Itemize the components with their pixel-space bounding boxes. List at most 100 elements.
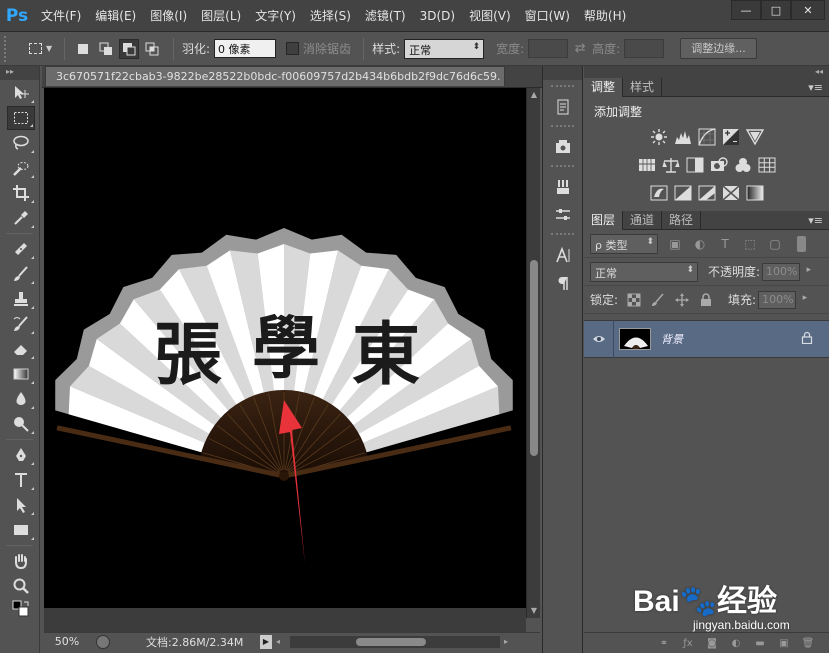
eraser-tool[interactable]: [7, 337, 35, 361]
panel-menu-icon[interactable]: ▾≡: [808, 81, 823, 94]
dock-grip[interactable]: [551, 233, 574, 237]
smart-object-filter-icon[interactable]: ▢: [767, 236, 783, 252]
blend-mode-select[interactable]: 正常: [590, 261, 698, 282]
fill-input[interactable]: 100%: [758, 290, 807, 309]
brightness-contrast-button[interactable]: [650, 128, 668, 146]
lock-position-icon[interactable]: [674, 292, 690, 308]
clone-stamp-tool[interactable]: [7, 287, 35, 311]
color-balance-button[interactable]: [662, 156, 680, 174]
menu-layer[interactable]: 图层(L): [194, 0, 248, 32]
image-filter-icon[interactable]: ▣: [667, 236, 683, 252]
selective-color-button[interactable]: [722, 184, 740, 202]
channel-mixer-button[interactable]: [734, 156, 752, 174]
menu-type[interactable]: 文字(Y): [248, 0, 303, 32]
vertical-scroll-thumb[interactable]: [530, 260, 538, 456]
refine-edge-button[interactable]: 调整边缘...: [680, 38, 757, 59]
adjustment-filter-icon[interactable]: ◐: [692, 236, 708, 252]
move-tool[interactable]: [7, 81, 35, 105]
tab-styles[interactable]: 样式: [623, 78, 663, 97]
menu-select[interactable]: 选择(S): [303, 0, 358, 32]
panel-menu-icon[interactable]: ▾≡: [808, 214, 823, 227]
scroll-left-arrow[interactable]: ◂: [272, 637, 284, 646]
layer-row-background[interactable]: 背景: [584, 320, 829, 358]
horizontal-scroll-thumb[interactable]: [356, 637, 426, 646]
dock-grip[interactable]: [551, 125, 574, 129]
type-filter-icon[interactable]: T: [717, 236, 733, 252]
scroll-up-arrow[interactable]: ▲: [527, 88, 541, 102]
brush-panel-button[interactable]: [549, 202, 577, 228]
menu-view[interactable]: 视图(V): [462, 0, 518, 32]
gradient-map-button[interactable]: [746, 184, 764, 202]
menu-image[interactable]: 图像(I): [143, 0, 194, 32]
curves-button[interactable]: [697, 128, 716, 146]
maximize-button[interactable]: □: [761, 0, 791, 20]
menu-3d[interactable]: 3D(D): [413, 0, 462, 32]
tab-adjustments[interactable]: 调整: [584, 78, 624, 97]
tools-panel-header[interactable]: ▸▸: [0, 66, 39, 80]
pen-tool[interactable]: [7, 443, 35, 467]
scroll-right-arrow[interactable]: ▸: [500, 637, 512, 646]
document-tab[interactable]: 3c670571f22cbab3-9822be28522b0bdc-f00609…: [45, 66, 505, 86]
feather-input[interactable]: 0 像素: [214, 39, 277, 58]
path-selection-tool[interactable]: [7, 493, 35, 517]
dodge-tool[interactable]: [7, 412, 35, 436]
properties-panel-button[interactable]: [549, 134, 577, 160]
lock-pixels-icon[interactable]: [650, 292, 666, 308]
menu-edit[interactable]: 编辑(E): [88, 0, 143, 32]
menu-help[interactable]: 帮助(H): [577, 0, 633, 32]
vibrance-button[interactable]: [745, 128, 764, 146]
healing-brush-tool[interactable]: [7, 237, 35, 261]
options-grip[interactable]: [4, 35, 14, 62]
lasso-tool[interactable]: [7, 131, 35, 155]
zoom-tool[interactable]: [7, 574, 35, 598]
minimize-button[interactable]: —: [731, 0, 761, 20]
chevron-down-icon[interactable]: ▼: [46, 44, 56, 53]
menu-filter[interactable]: 滤镜(T): [358, 0, 413, 32]
layer-name[interactable]: 背景: [661, 331, 683, 347]
filter-toggle[interactable]: [797, 235, 806, 252]
quick-selection-tool[interactable]: [7, 156, 35, 180]
gradient-tool[interactable]: [7, 362, 35, 386]
tab-layers[interactable]: 图层: [584, 211, 624, 230]
eyedropper-tool[interactable]: [7, 206, 35, 230]
exposure-button[interactable]: [722, 128, 740, 146]
hand-tool[interactable]: [7, 549, 35, 573]
history-panel-button[interactable]: [549, 94, 577, 120]
dock-collapse-button[interactable]: ◂◂: [584, 66, 829, 78]
paragraph-panel-button[interactable]: [549, 270, 577, 296]
color-lookup-button[interactable]: [758, 156, 776, 174]
tool-preset-picker[interactable]: [24, 39, 46, 59]
blur-tool[interactable]: [7, 387, 35, 411]
zoom-level[interactable]: 50%: [44, 635, 90, 648]
new-selection-button[interactable]: [73, 39, 93, 59]
black-white-button[interactable]: [686, 156, 704, 174]
add-to-selection-button[interactable]: [96, 39, 116, 59]
close-button[interactable]: ✕: [791, 0, 825, 20]
style-select[interactable]: 正常: [404, 38, 485, 59]
tab-channels[interactable]: 通道: [623, 211, 663, 230]
dock-grip[interactable]: [551, 165, 574, 169]
levels-button[interactable]: [674, 128, 692, 146]
history-brush-tool[interactable]: [7, 312, 35, 336]
width-input[interactable]: [528, 39, 569, 58]
photo-filter-button[interactable]: [710, 156, 728, 174]
status-info-icon[interactable]: [96, 634, 110, 649]
visibility-eye-icon[interactable]: [584, 320, 614, 358]
crop-tool[interactable]: [7, 181, 35, 205]
subtract-from-selection-button[interactable]: [119, 38, 139, 59]
intersect-selection-button[interactable]: [142, 39, 162, 59]
status-menu-arrow[interactable]: ▶: [260, 634, 272, 649]
layer-thumbnail[interactable]: [619, 328, 651, 350]
layer-kind-filter[interactable]: ρ 类型: [590, 233, 658, 254]
dock-grip[interactable]: [551, 85, 574, 89]
menu-window[interactable]: 窗口(W): [518, 0, 577, 32]
scroll-down-arrow[interactable]: ▼: [527, 604, 541, 618]
height-input[interactable]: [624, 39, 665, 58]
shape-filter-icon[interactable]: ⬚: [742, 236, 758, 252]
posterize-button[interactable]: [674, 184, 692, 202]
color-swatches[interactable]: [7, 599, 35, 619]
tab-paths[interactable]: 路径: [662, 211, 702, 230]
type-tool[interactable]: [7, 468, 35, 492]
invert-button[interactable]: [650, 184, 668, 202]
hue-saturation-button[interactable]: [638, 156, 656, 174]
